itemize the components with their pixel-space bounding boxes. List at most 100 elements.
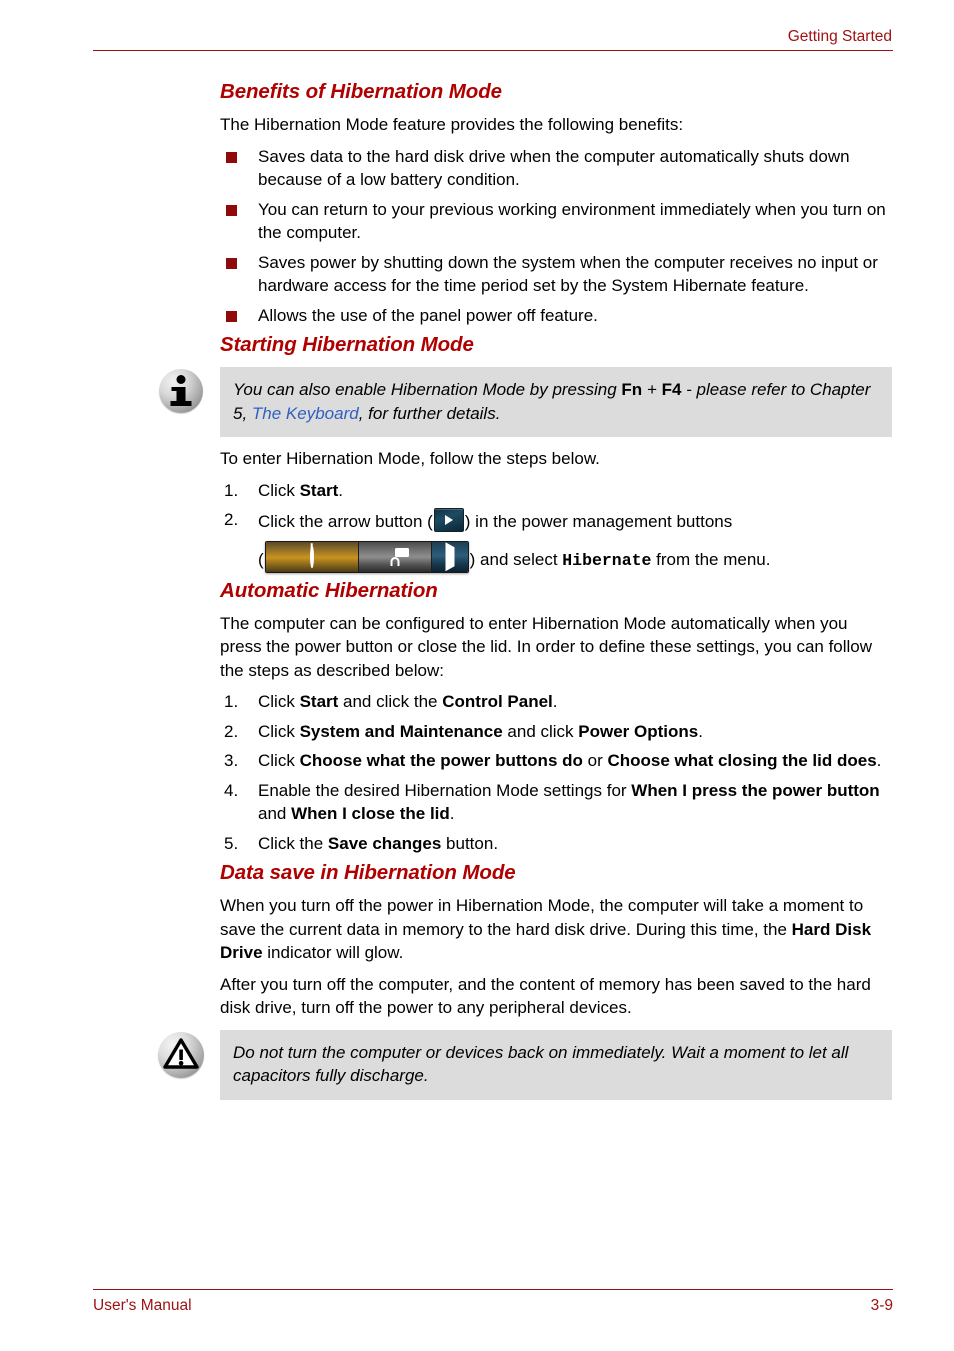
note-text-part1: You can also enable Hibernation Mode by … [233, 380, 622, 399]
list-item: 2. Click the arrow button () in the powe… [220, 508, 892, 573]
step-plain-run: . [698, 721, 703, 741]
step-plain-run: . [876, 751, 882, 770]
datasave-para1: When you turn off the power in Hibernati… [220, 894, 892, 965]
note-key-fn: Fn [621, 380, 643, 399]
list-item-text: Saves power by shutting down the system … [258, 252, 878, 296]
warning-note-box: Do not turn the computer or devices back… [142, 1029, 892, 1100]
power-management-line: ( ) and select Hibernate from the menu. [258, 540, 892, 573]
step-text: Enable the desired Hibernation Mode sett… [258, 781, 880, 824]
list-item: 3. Click Choose what the power buttons do… [220, 749, 892, 773]
paren-open: ( [258, 549, 264, 569]
step-text: Click Start. [258, 481, 343, 500]
header-title: Getting Started [787, 28, 892, 45]
automatic-intro: The computer can be configured to enter … [220, 613, 873, 680]
step-number: 2. [224, 510, 239, 529]
bullet-square-icon [226, 204, 237, 216]
page-content: Benefits of Hibernation Mode The Hiberna… [158, 80, 892, 1110]
keyboard-chapter-link[interactable]: The Keyboard [252, 404, 359, 423]
power-management-buttons[interactable] [264, 540, 469, 573]
page-footer: User's Manual 3-9 [93, 1289, 893, 1315]
step-plain-run: and click [502, 721, 579, 741]
note-text-part3: , for further details. [358, 403, 501, 423]
step-bold-run: Save changes [327, 833, 442, 853]
footer-page-number: 3-9 [870, 1297, 893, 1314]
arrow-right-icon [445, 541, 455, 571]
step-text-after: . [338, 480, 344, 500]
warning-note-text: Do not turn the computer or devices back… [220, 1029, 892, 1100]
heading-automatic: Automatic Hibernation [220, 578, 438, 602]
step-bold-start: Start [299, 480, 339, 500]
list-item-text: You can return to your previous working … [258, 199, 886, 243]
list-item: 2. Click System and Maintenance and click… [220, 720, 892, 744]
hibernate-keyword: Hibernate [562, 550, 652, 570]
step-text-after: ) in the power management buttons [464, 512, 733, 531]
step-text-end: from the menu. [651, 549, 771, 569]
info-note-text: You can also enable Hibernation Mode by … [220, 367, 892, 437]
step-bold-run: Power Options [578, 721, 699, 741]
list-item: Allows the use of the panel power off fe… [220, 304, 892, 328]
step-bold-run: When I press the power button [631, 780, 880, 800]
step-plain-run: and click the [338, 692, 443, 711]
bullet-square-icon [226, 310, 237, 322]
info-icon-wrap [142, 367, 220, 413]
step-plain-run: or [582, 751, 608, 770]
datasave-para2: After you turn off the computer, and the… [220, 974, 871, 1018]
step-plain-run: Click [258, 692, 300, 711]
automatic-steps-list: 1. Click Start and click the Control Pane… [220, 690, 892, 855]
list-item: 1. Click Start and click the Control Pane… [220, 690, 892, 714]
starting-steps-list: 1. Click Start. 2. Click the arrow butto… [220, 479, 892, 573]
info-icon-dot [176, 375, 186, 384]
list-item-text: Saves data to the hard disk drive when t… [258, 146, 850, 190]
step-text: Click Choose what the power buttons do o… [258, 751, 881, 770]
step-text: Click the Save changes button. [258, 834, 498, 853]
step-bold-run: When I close the lid [291, 804, 450, 823]
info-icon-serif-bottom [170, 401, 192, 406]
note-plus: + [642, 380, 662, 399]
list-item-text: Allows the use of the panel power off fe… [258, 305, 598, 325]
step-plain-run: Enable the desired Hibernation Mode sett… [258, 780, 632, 800]
starting-intro: To enter Hibernation Mode, follow the st… [220, 449, 600, 468]
warning-icon [158, 1031, 204, 1078]
step-bold-run: Choose what the power buttons do [299, 751, 583, 770]
step-plain-run: Click [258, 751, 300, 770]
step-number: 3. [224, 751, 239, 770]
benefits-intro: The Hibernation Mode feature provides th… [220, 115, 684, 134]
step-bold-run: Start [299, 692, 339, 711]
step-text-before: Click [258, 480, 300, 500]
step-text: Click the arrow button () in the power m… [258, 508, 733, 532]
datasave-para1-before: When you turn off the power in Hibernati… [220, 896, 864, 939]
step-number: 5. [224, 833, 239, 853]
list-item: You can return to your previous working … [220, 198, 892, 245]
step-plain-run: Click the [258, 833, 328, 853]
step-number: 4. [224, 780, 239, 800]
heading-datasave: Data save in Hibernation Mode [220, 861, 516, 884]
step-plain-run: . [449, 804, 455, 823]
lock-button[interactable] [358, 541, 432, 572]
step-bold-run: Choose what closing the lid does [607, 751, 877, 770]
menu-arrow-button[interactable] [431, 541, 468, 572]
step-number: 1. [224, 692, 239, 711]
header-divider [93, 50, 893, 51]
step-plain-run: and [258, 804, 292, 823]
step-bold-run: System and Maintenance [299, 721, 503, 741]
list-item: Saves data to the hard disk drive when t… [220, 145, 892, 192]
list-item: Saves power by shutting down the system … [220, 251, 892, 298]
list-item: 4. Enable the desired Hibernation Mode se… [220, 779, 892, 826]
step-plain-run: Click [258, 721, 300, 741]
info-icon [159, 369, 203, 413]
step-plain-run: . [552, 692, 558, 711]
bullet-square-icon [226, 257, 237, 269]
list-item: 1. Click Start. [220, 479, 892, 503]
power-button[interactable] [265, 541, 359, 572]
footer-row: User's Manual 3-9 [93, 1296, 893, 1315]
heading-starting: Starting Hibernation Mode [220, 333, 474, 356]
manual-page: Getting Started Benefits of Hibernation … [0, 0, 954, 1351]
step-bold-run: Control Panel [442, 692, 553, 711]
footer-divider [93, 1289, 893, 1290]
step-text-mid: ) and select [469, 549, 563, 569]
arrow-button-icon[interactable] [433, 508, 464, 532]
step-number: 2. [224, 721, 239, 741]
power-symbol-icon [309, 544, 314, 569]
step-text: Click Start and click the Control Panel. [258, 692, 558, 711]
warning-icon-wrap [142, 1030, 220, 1078]
